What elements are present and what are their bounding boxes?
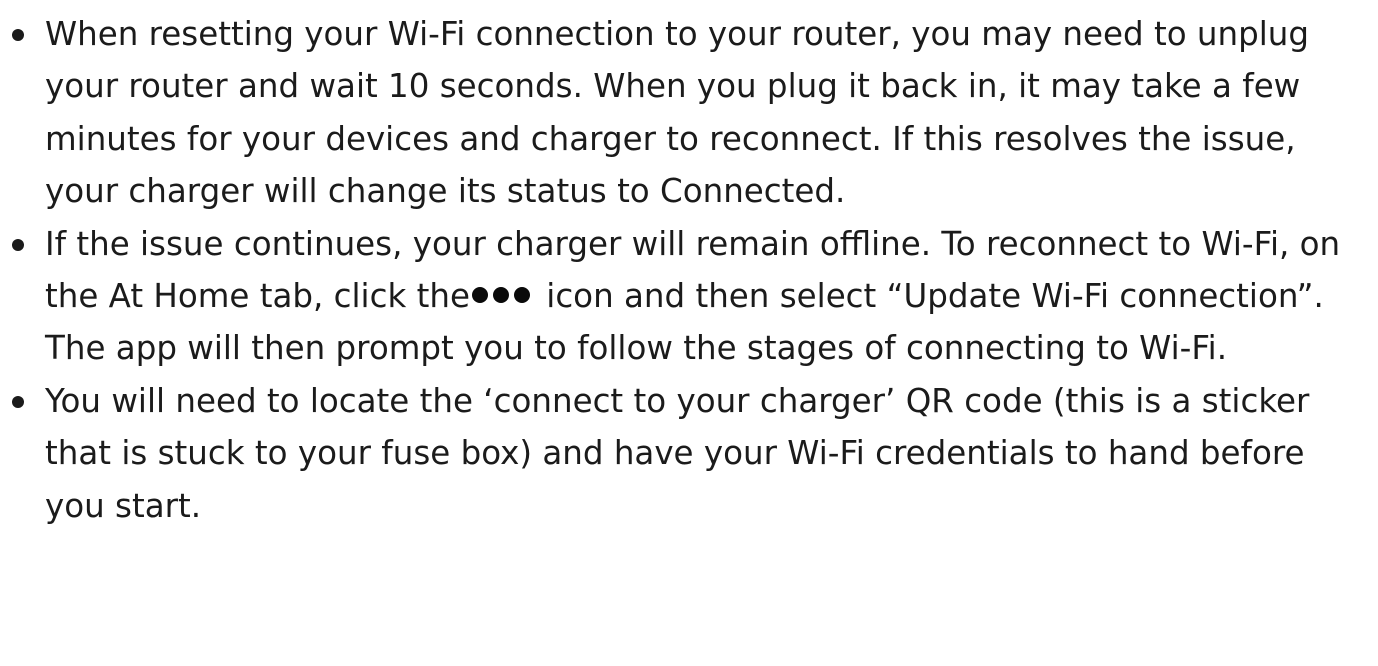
- bullet-dot-icon: [12, 29, 24, 41]
- bullet-item-reconnect-wifi: If the issue continues, your charger wil…: [0, 218, 1372, 375]
- instructions-document: When resetting your Wi-Fi connection to …: [0, 8, 1378, 532]
- bullet-dot-icon: [12, 238, 24, 251]
- bullet-list: When resetting your Wi-Fi connection to …: [0, 8, 1372, 532]
- bullet-text: When resetting your Wi-Fi connection to …: [45, 15, 1310, 211]
- more-options-icon: [471, 287, 530, 304]
- bullet-item-reset-router: When resetting your Wi-Fi connection to …: [0, 8, 1372, 218]
- bullet-text: You will need to locate the ‘connect to …: [45, 381, 1310, 525]
- bullet-dot-icon: [12, 395, 24, 408]
- bullet-item-qr-code: You will need to locate the ‘connect to …: [0, 375, 1372, 532]
